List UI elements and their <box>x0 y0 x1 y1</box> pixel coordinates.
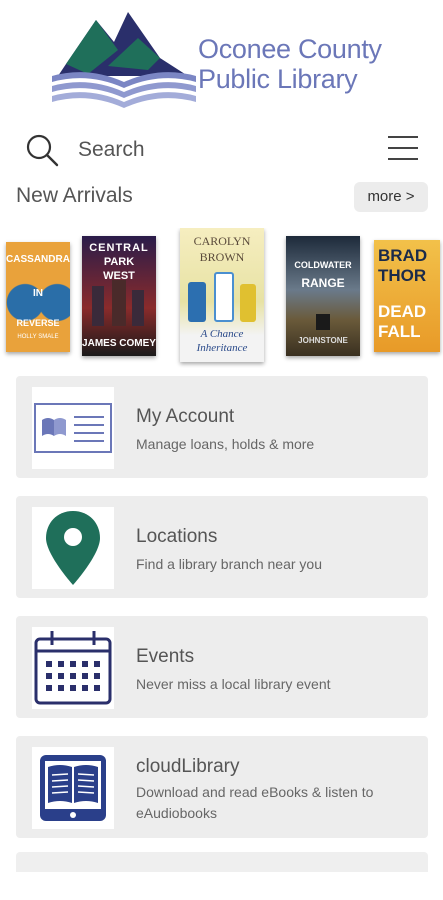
library-logo: Oconee County Public Library <box>48 4 408 116</box>
locations-title: Locations <box>136 526 218 547</box>
book-cover-central-park-west[interactable]: CENTRAL PARK WEST JAMES COMEY <box>82 236 156 356</box>
locations-subtitle: Find a library branch near you <box>136 556 322 572</box>
logo-line-2: Public Library <box>198 64 358 94</box>
book-title: CENTRAL <box>89 242 149 254</box>
search-bar[interactable]: Search <box>0 128 443 174</box>
book-title: DEAD <box>378 302 427 321</box>
calendar-icon <box>34 631 112 705</box>
book-title: PARK <box>103 256 135 268</box>
book-author: BRAD <box>378 246 428 265</box>
book-title: RANGE <box>301 276 345 290</box>
book-cover-coldwater-range[interactable]: COLDWATER RANGE JOHNSTONE <box>286 236 360 356</box>
hamburger-menu-icon[interactable] <box>388 136 418 162</box>
locations-thumb <box>32 507 114 589</box>
more-button[interactable]: more > <box>354 182 428 212</box>
book-author: CAROLYN <box>193 234 251 248</box>
book-author: JAMES COMEY <box>82 338 156 349</box>
events-title: Events <box>136 646 195 667</box>
my-account-subtitle: Manage loans, holds & more <box>136 436 315 452</box>
my-account-card[interactable]: My Account Manage loans, holds & more <box>16 376 428 478</box>
logo-line-1: Oconee County <box>198 34 382 64</box>
book-title: FALL <box>378 322 421 341</box>
book-cover-dead-fall[interactable]: BRAD THOR DEAD FALL <box>374 240 440 352</box>
book-title: Inheritance <box>196 342 248 354</box>
cloudlibrary-title: cloudLibrary <box>136 756 240 777</box>
book-title: CASSANDRA <box>6 254 70 265</box>
account-thumb <box>32 387 114 469</box>
next-card-partial[interactable] <box>16 852 428 872</box>
cloudlibrary-thumb <box>32 747 114 829</box>
book-author: BROWN <box>199 250 245 264</box>
map-pin-icon <box>46 511 100 585</box>
search-label[interactable]: Search <box>78 138 145 162</box>
cloudlibrary-subtitle: Download and read eBooks & listen to eAu… <box>136 784 374 821</box>
events-card[interactable]: Events Never miss a local library event <box>16 616 428 718</box>
my-account-title: My Account <box>136 406 235 427</box>
search-icon[interactable] <box>24 132 60 168</box>
book-title: IN <box>33 288 43 299</box>
book-title: REVERSE <box>16 318 60 328</box>
book-carousel[interactable]: CASSANDRA IN REVERSE HOLLY SMALE CENTRAL… <box>0 228 443 368</box>
book-title: A Chance <box>200 328 244 340</box>
book-cover-chance-inheritance[interactable]: CAROLYN BROWN A Chance Inheritance <box>180 228 264 362</box>
book-author: THOR <box>378 266 427 285</box>
locations-card[interactable]: Locations Find a library branch near you <box>16 496 428 598</box>
book-cover-cassandra[interactable]: CASSANDRA IN REVERSE HOLLY SMALE <box>6 242 70 352</box>
account-book-icon <box>34 403 112 453</box>
cloudlibrary-card[interactable]: cloudLibrary Download and read eBooks & … <box>16 736 428 838</box>
events-thumb <box>32 627 114 709</box>
new-arrivals-title: New Arrivals <box>16 184 133 207</box>
ebook-tablet-icon <box>40 755 106 821</box>
mountain-book-icon <box>52 12 196 108</box>
book-title: COLDWATER <box>294 260 352 270</box>
book-author: HOLLY SMALE <box>17 334 59 340</box>
events-subtitle: Never miss a local library event <box>136 676 331 692</box>
book-author: JOHNSTONE <box>298 336 348 345</box>
